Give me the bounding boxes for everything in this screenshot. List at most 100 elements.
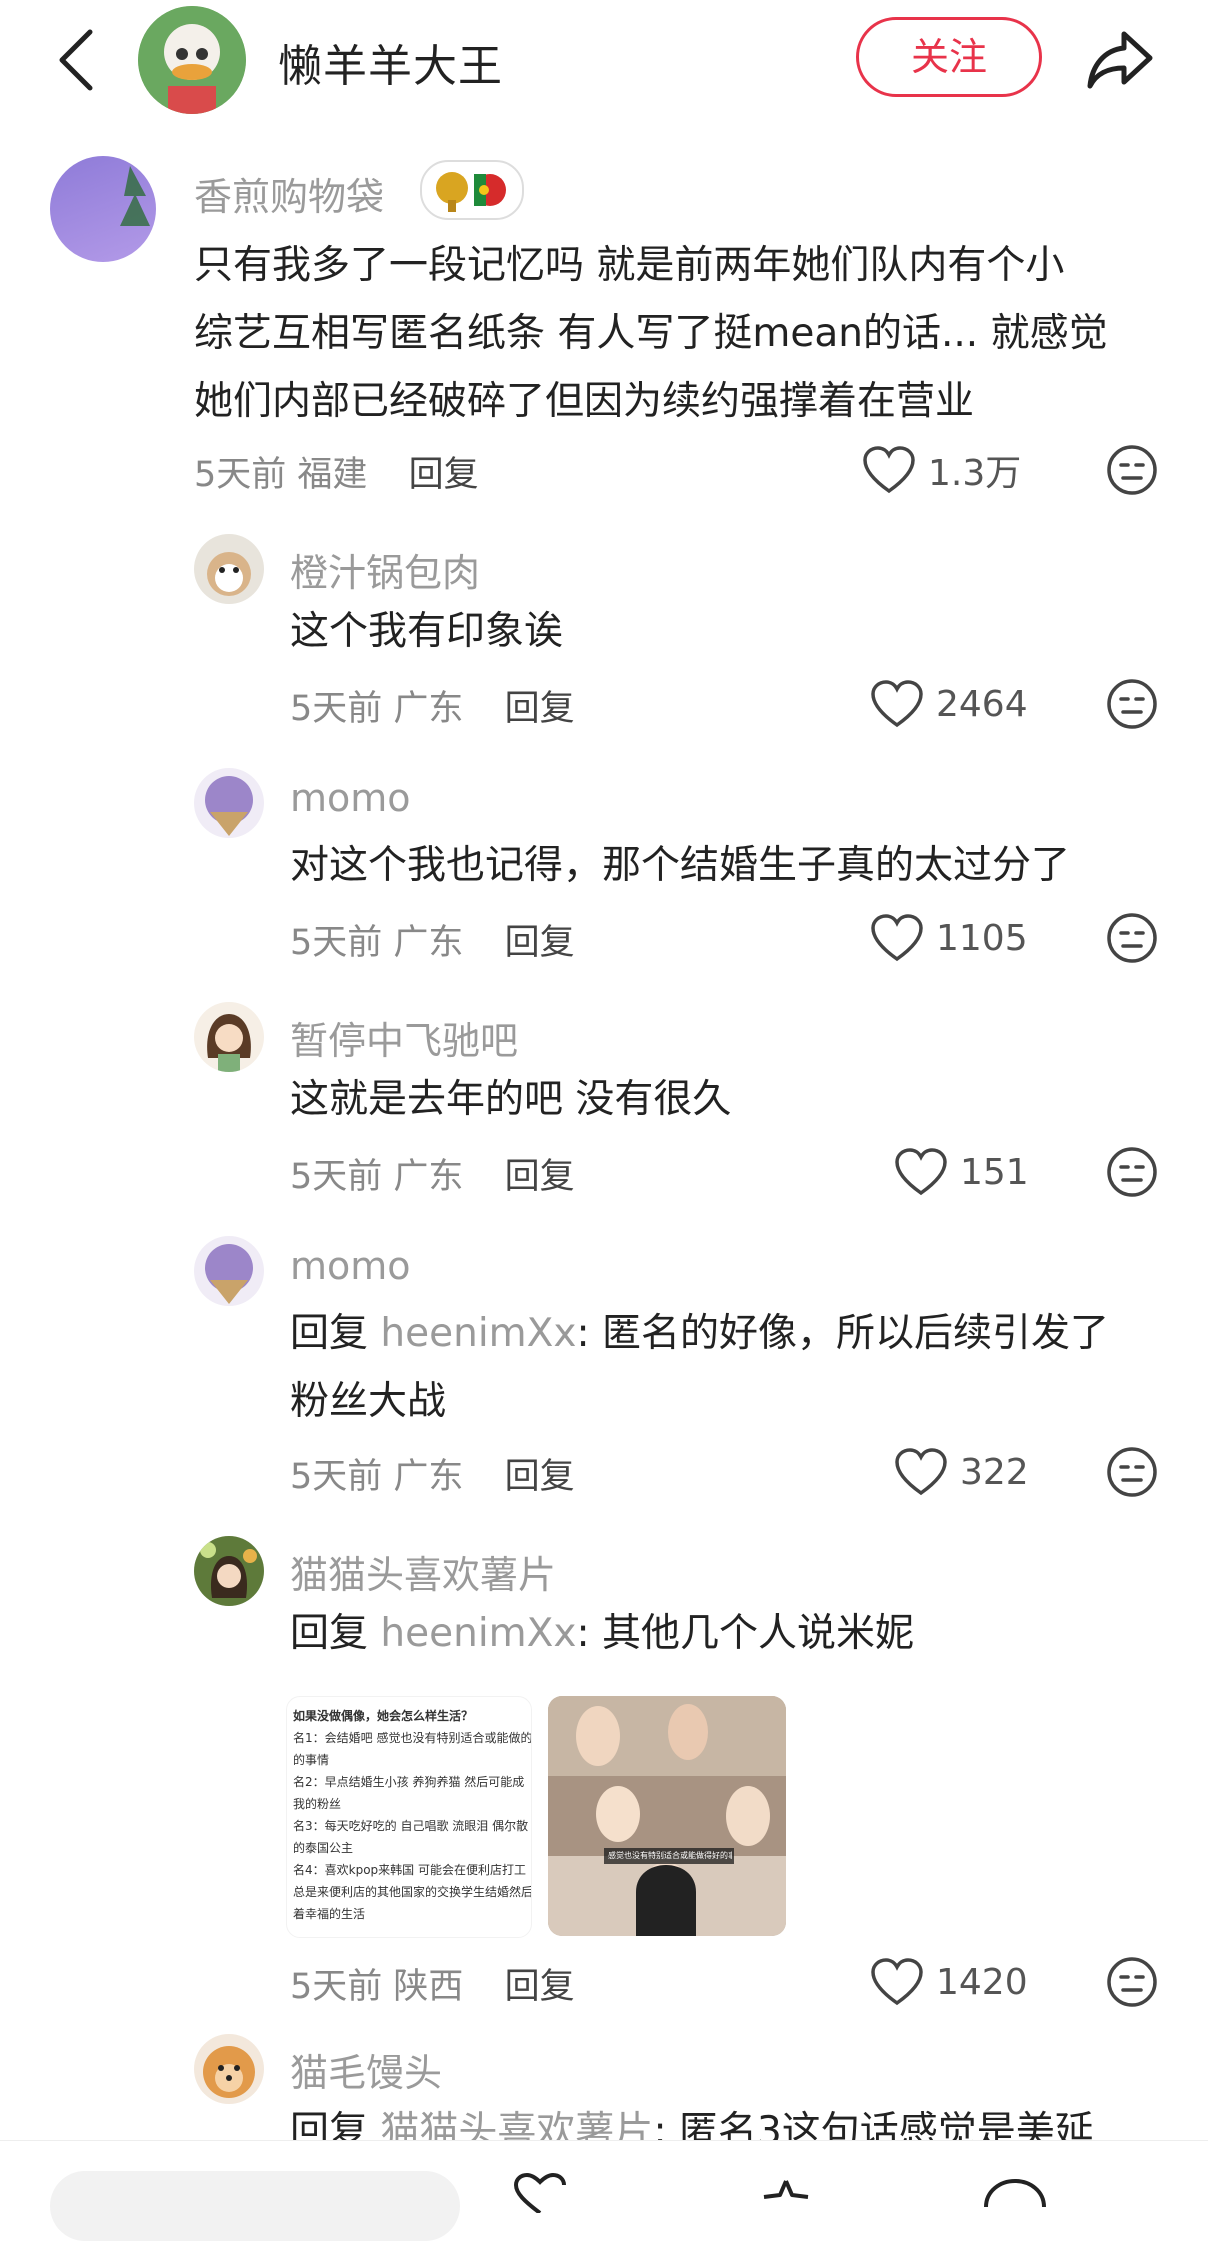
- comment-author[interactable]: 暂停中飞驰吧: [290, 1010, 518, 1065]
- avatar[interactable]: [194, 1002, 264, 1072]
- image-text-line: 着幸福的生活: [293, 1907, 366, 1921]
- comment-meta: 5天前 广东 回复: [290, 680, 575, 731]
- like-count: 1.3万: [928, 453, 1022, 494]
- reply-prefix: 回复: [290, 1311, 369, 1356]
- comment-author[interactable]: momo: [290, 1244, 411, 1288]
- image-text-line: 名2：早点结婚生小孩 养狗养猫 然后可能成: [293, 1775, 525, 1789]
- comment-meta: 5天前 广东 回复: [290, 1148, 575, 1199]
- comment-text: 回复 heenimXx: 匿名的好像，所以后续引发了 粉丝大战: [290, 1300, 1170, 1436]
- dislike-icon[interactable]: [1106, 912, 1158, 964]
- comment-text-line: 粉丝大战: [290, 1379, 447, 1424]
- comment-text: 这就是去年的吧 没有很久: [290, 1077, 732, 1122]
- comment-time: 5天前: [290, 689, 383, 729]
- comment-author[interactable]: 香煎购物袋: [194, 166, 384, 221]
- like-count: 322: [960, 1451, 1029, 1493]
- comment-text: 只有我多了一段记忆吗 就是前两年她们队内有个小 综艺互相写匿名纸条 有人写了挺m…: [194, 232, 1174, 436]
- comment-text-line: 只有我多了一段记忆吗 就是前两年她们队内有个小: [194, 243, 1065, 288]
- fan-badge: [420, 160, 524, 220]
- comment-meta: 5天前 福建 回复: [194, 446, 479, 497]
- reply-prefix: 回复: [290, 1611, 369, 1656]
- comment-text: 回复 heenimXx: 其他几个人说米妮: [290, 1600, 914, 1668]
- comment-time: 5天前: [290, 923, 383, 963]
- avatar[interactable]: [194, 1536, 264, 1606]
- like-button[interactable]: 2464: [870, 674, 1028, 734]
- comment-region: 广东: [393, 689, 464, 729]
- avatar[interactable]: [50, 156, 156, 262]
- reply-button[interactable]: 回复: [505, 1967, 575, 2007]
- back-chevron-icon[interactable]: [50, 24, 106, 96]
- comment-time: 5天前: [290, 1457, 383, 1497]
- dislike-icon[interactable]: [1106, 444, 1158, 496]
- heart-icon: [895, 1448, 947, 1496]
- comment-author[interactable]: 猫毛馒头: [290, 2042, 442, 2097]
- avatar[interactable]: [194, 1236, 264, 1306]
- image-caption: 感觉也没有特别适合或能做得好的事情: [608, 1851, 732, 1860]
- image-text-line: 总是来便利店的其他国家的交换学生结婚然后: [293, 1885, 532, 1899]
- comment-region: 广东: [393, 1157, 464, 1197]
- reply-target[interactable]: heenimXx: [380, 1611, 576, 1656]
- like-count: 1420: [936, 1961, 1028, 2003]
- avatar[interactable]: [194, 768, 264, 838]
- like-count: 151: [960, 1151, 1029, 1193]
- comment-text-part: : 其他几个人说米妮: [576, 1611, 915, 1656]
- comment-meta: 5天前 广东 回复: [290, 1448, 575, 1499]
- image-text-line: 如果没做偶像，她会怎么样生活？: [293, 1709, 474, 1723]
- like-button[interactable]: 151: [894, 1142, 1029, 1202]
- reply-button[interactable]: 回复: [505, 923, 575, 963]
- comment-time: 5天前: [194, 455, 287, 495]
- image-text-line: 的事情: [293, 1753, 330, 1767]
- like-icon[interactable]: [510, 2172, 570, 2215]
- follow-button[interactable]: 关注: [856, 17, 1042, 97]
- image-text-line: 的泰国公主: [293, 1841, 354, 1855]
- comment-text: 这个我有印象诶: [290, 609, 564, 654]
- comment-text-part: : 匿名的好像，所以后续引发了: [576, 1311, 1110, 1356]
- author-avatar[interactable]: [138, 6, 246, 114]
- comment-text-line: 回复 heenimXx: 匿名的好像，所以后续引发了: [290, 1300, 1170, 1368]
- reply-button[interactable]: 回复: [505, 1157, 575, 1197]
- dislike-icon[interactable]: [1106, 1446, 1158, 1498]
- author-name[interactable]: 懒羊羊大王: [278, 30, 503, 94]
- heart-icon: [871, 1958, 923, 2006]
- bottom-action-bar: [0, 2140, 1208, 2241]
- image-text-line: 名1：会结婚吧 感觉也没有特别适合或能做的: [293, 1731, 532, 1745]
- comment-author[interactable]: 橙汁锅包肉: [290, 542, 480, 597]
- comment-meta: 5天前 陕西 回复: [290, 1958, 575, 2009]
- image-text: 如果没做偶像，她会怎么样生活？ 名1：会结婚吧 感觉也没有特别适合或能做的 的事…: [287, 1697, 531, 1933]
- like-button[interactable]: 1.3万: [862, 440, 1021, 500]
- share-icon[interactable]: [1084, 26, 1156, 92]
- comment-region: 广东: [393, 923, 464, 963]
- dislike-icon[interactable]: [1106, 1956, 1158, 2008]
- like-button[interactable]: 1105: [870, 908, 1028, 968]
- comment-author[interactable]: 猫猫头喜欢薯片: [290, 1544, 556, 1599]
- avatar[interactable]: [194, 2034, 264, 2104]
- comment-text-line: 她们内部已经破碎了但因为续约强撑着在营业: [194, 379, 975, 424]
- reply-target[interactable]: heenimXx: [380, 1311, 576, 1356]
- comment-image[interactable]: 感觉也没有特别适合或能做得好的事情: [548, 1696, 786, 1936]
- comment-region: 陕西: [393, 1967, 464, 2007]
- comment-icon[interactable]: [980, 2177, 1050, 2208]
- heart-icon: [895, 1148, 947, 1196]
- comment-input[interactable]: [50, 2171, 460, 2241]
- reply-button[interactable]: 回复: [409, 455, 479, 495]
- comment-region: 福建: [297, 455, 368, 495]
- image-text-line: 名4：喜欢kpop来韩国 可能会在便利店打工: [293, 1863, 526, 1877]
- star-icon[interactable]: [756, 2179, 816, 2209]
- reply-button[interactable]: 回复: [505, 689, 575, 729]
- dislike-icon[interactable]: [1106, 1146, 1158, 1198]
- top-bar: 懒羊羊大王 关注: [0, 0, 1208, 120]
- heart-icon: [871, 680, 923, 728]
- like-button[interactable]: 322: [894, 1442, 1029, 1502]
- comment-author[interactable]: momo: [290, 776, 411, 820]
- avatar[interactable]: [194, 534, 264, 604]
- reply-button[interactable]: 回复: [505, 1457, 575, 1497]
- comment-text: 对这个我也记得，那个结婚生子真的太过分了: [290, 843, 1071, 888]
- comment-text-line: 综艺互相写匿名纸条 有人写了挺mean的话... 就感觉: [194, 311, 1108, 356]
- comment-time: 5天前: [290, 1157, 383, 1197]
- comment-region: 广东: [393, 1457, 464, 1497]
- comment-image[interactable]: 如果没做偶像，她会怎么样生活？ 名1：会结婚吧 感觉也没有特别适合或能做的 的事…: [286, 1696, 532, 1938]
- comment-meta: 5天前 广东 回复: [290, 914, 575, 965]
- dislike-icon[interactable]: [1106, 678, 1158, 730]
- heart-icon: [871, 914, 923, 962]
- like-button[interactable]: 1420: [870, 1952, 1028, 2012]
- like-count: 2464: [936, 683, 1028, 725]
